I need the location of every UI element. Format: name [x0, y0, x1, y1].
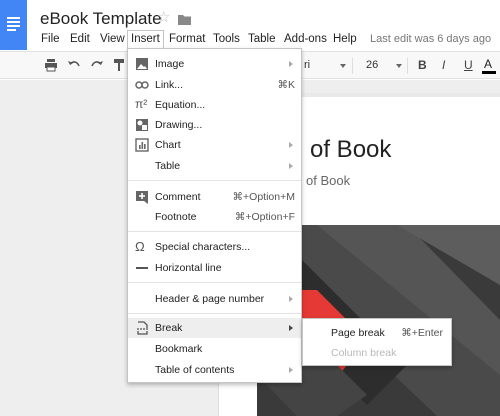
insert-special-characters-item[interactable]: Ω Special characters... — [128, 237, 301, 257]
font-size-caret-icon[interactable] — [396, 64, 402, 68]
last-edit-status[interactable]: Last edit was 6 days ago — [370, 33, 491, 45]
menu-item-label: Page break — [331, 327, 385, 339]
insert-equation-item[interactable]: π² Equation... — [128, 95, 301, 115]
break-submenu: Page break ⌘+Enter Column break — [302, 318, 452, 366]
insert-chart-item[interactable]: Chart — [128, 135, 301, 155]
insert-horizontal-line-item[interactable]: Horizontal line — [128, 258, 301, 278]
menu-item-shortcut: ⌘+Option+F — [234, 211, 295, 223]
column-break-item[interactable]: Column break — [303, 342, 451, 362]
insert-header-page-number-item[interactable]: Header & page number — [128, 289, 301, 309]
bold-button[interactable]: B — [418, 58, 427, 72]
menu-item-shortcut: ⌘+Enter — [401, 327, 443, 339]
menu-item-label: Chart — [155, 139, 181, 151]
menu-view[interactable]: View — [97, 30, 128, 48]
menu-item-label: Image — [155, 58, 185, 70]
insert-link-item[interactable]: Link... ⌘K — [128, 75, 301, 95]
folder-icon[interactable] — [178, 12, 191, 30]
menu-tools[interactable]: Tools — [210, 30, 243, 48]
italic-button[interactable]: I — [442, 58, 445, 72]
menu-item-shortcut: ⌘+Option+M — [232, 191, 295, 203]
redo-icon[interactable] — [90, 58, 104, 77]
book-title-text[interactable]: of Book — [310, 136, 391, 164]
menu-item-label: Bookmark — [155, 343, 203, 355]
undo-icon[interactable] — [67, 58, 81, 77]
menu-item-label: Footnote — [155, 211, 197, 223]
font-name-select[interactable]: ri — [304, 59, 310, 71]
submenu-arrow-icon — [289, 163, 293, 169]
submenu-arrow-icon — [289, 142, 293, 148]
submenu-arrow-icon — [289, 325, 293, 331]
menu-item-label: Table of contents — [155, 364, 235, 376]
insert-drawing-item[interactable]: Drawing... — [128, 115, 301, 135]
insert-bookmark-item[interactable]: Bookmark — [128, 339, 301, 359]
link-icon — [135, 78, 149, 92]
omega-icon: Ω — [135, 239, 145, 254]
insert-comment-item[interactable]: Comment ⌘+Option+M — [128, 187, 301, 207]
submenu-arrow-icon — [289, 61, 293, 67]
menu-item-label: Horizontal line — [155, 262, 222, 274]
menu-separator — [128, 180, 301, 181]
star-icon[interactable]: ☆ — [157, 10, 170, 25]
comment-icon — [135, 190, 149, 204]
text-color-swatch — [482, 71, 496, 74]
font-name-caret-icon[interactable] — [340, 64, 346, 68]
insert-image-item[interactable]: Image — [128, 54, 301, 74]
book-subtitle-text[interactable]: of Book — [306, 173, 350, 188]
menu-item-label: Special characters... — [155, 241, 251, 253]
toolbar-divider — [407, 58, 408, 74]
insert-menu: Image Link... ⌘K π² Equation... Drawing.… — [127, 48, 302, 383]
pi-icon: π² — [135, 97, 148, 111]
submenu-arrow-icon — [289, 296, 293, 302]
menu-separator — [128, 282, 301, 283]
document-title[interactable]: eBook Template — [40, 9, 162, 29]
page-break-item[interactable]: Page break ⌘+Enter — [303, 322, 451, 342]
menu-item-label: Column break — [331, 347, 397, 359]
page-break-icon — [135, 321, 149, 335]
menu-item-label: Table — [155, 160, 181, 172]
toolbar-divider — [352, 58, 353, 74]
menu-insert[interactable]: Insert — [127, 30, 164, 49]
menu-format[interactable]: Format — [166, 30, 208, 48]
insert-table-of-contents-item[interactable]: Table of contents — [128, 360, 301, 380]
menu-item-label: Break — [155, 322, 183, 334]
menu-separator — [128, 313, 301, 314]
menu-item-label: Header & page number — [155, 293, 265, 305]
menu-table[interactable]: Table — [245, 30, 279, 48]
horizontal-line-icon — [135, 261, 149, 275]
paint-format-icon[interactable] — [113, 58, 125, 77]
menu-addons[interactable]: Add-ons — [281, 30, 330, 48]
menu-item-label: Comment — [155, 191, 201, 203]
chart-icon — [135, 138, 149, 152]
menu-separator — [128, 231, 301, 232]
menu-item-label: Drawing... — [155, 119, 203, 131]
submenu-arrow-icon — [289, 367, 293, 373]
drawing-icon — [135, 118, 149, 132]
menu-item-label: Link... — [155, 79, 184, 91]
print-icon[interactable] — [44, 58, 58, 77]
menu-file[interactable]: File — [38, 30, 63, 48]
insert-break-item[interactable]: Break — [128, 318, 301, 338]
menu-item-label: Equation... — [155, 99, 206, 111]
underline-button[interactable]: U — [464, 58, 473, 72]
menu-help[interactable]: Help — [330, 30, 360, 48]
menu-edit[interactable]: Edit — [67, 30, 93, 48]
menu-item-shortcut: ⌘K — [277, 79, 295, 91]
font-size-select[interactable]: 26 — [366, 59, 378, 71]
text-color-button[interactable]: A — [484, 57, 492, 71]
insert-table-item[interactable]: Table — [128, 156, 301, 176]
insert-footnote-item[interactable]: Footnote ⌘+Option+F — [128, 207, 301, 227]
image-icon — [135, 57, 149, 71]
